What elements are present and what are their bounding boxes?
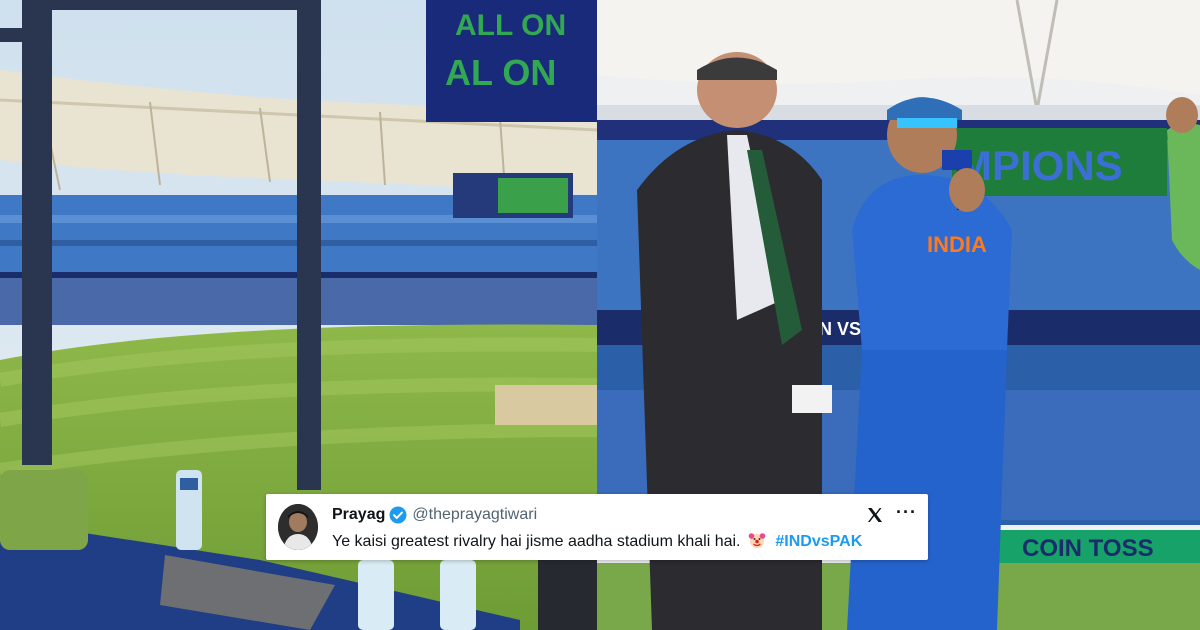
display-name[interactable]: Prayag xyxy=(332,506,385,524)
handle[interactable]: @theprayagtiwari xyxy=(412,506,537,524)
x-logo-icon[interactable] xyxy=(866,506,884,524)
tweet-card[interactable]: Prayag @theprayagtiwari Ye kaisi greates… xyxy=(266,494,928,560)
avatar[interactable] xyxy=(278,504,318,550)
more-options-icon[interactable]: ··· xyxy=(896,503,916,523)
tweet-header: Prayag @theprayagtiwari xyxy=(332,506,537,524)
tv-screen-text-2: AL ON xyxy=(445,52,556,93)
clown-face-icon xyxy=(748,531,766,549)
tv-screen-text: ALL ON xyxy=(455,9,566,42)
coin-toss-board-text: COIN TOSS xyxy=(1022,535,1154,562)
tweet-body: Ye kaisi greatest rivalry hai jisme aadh… xyxy=(332,533,741,550)
hashtag-link[interactable]: #INDvsPAK xyxy=(775,533,862,550)
tweet-text-line: Ye kaisi greatest rivalry hai jisme aadh… xyxy=(332,531,862,551)
verified-badge-icon xyxy=(389,506,407,524)
jersey-text: INDIA xyxy=(927,232,987,257)
